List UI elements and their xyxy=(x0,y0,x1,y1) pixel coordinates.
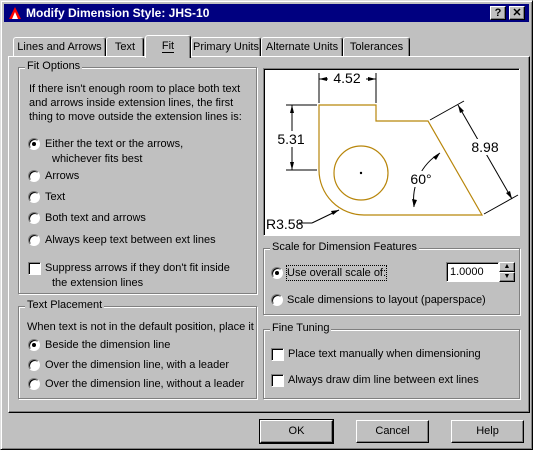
text-placement-description: When text is not in the default position… xyxy=(27,321,254,333)
ok-button[interactable]: OK xyxy=(259,419,334,444)
use-overall-scale-label[interactable]: Use overall scale of: xyxy=(285,265,388,281)
tab-primary-units[interactable]: Primary Units xyxy=(191,37,261,57)
help-icon[interactable]: ? xyxy=(490,6,506,20)
tab-fit[interactable]: Fit xyxy=(145,35,191,58)
arrowhead xyxy=(290,105,294,113)
dimension-style-dialog: Modify Dimension Style: JHS-10 ? ✕ Lines… xyxy=(0,0,533,450)
arrowhead xyxy=(433,153,440,160)
arrowhead xyxy=(412,199,417,207)
tab-lines-and-arrows[interactable]: Lines and Arrows xyxy=(13,37,106,57)
radio-over-with-leader[interactable] xyxy=(28,359,40,371)
arrowhead xyxy=(290,162,294,170)
fit-description-line-3: thing to move outside the extension line… xyxy=(29,111,242,123)
fine-tuning-legend: Fine Tuning xyxy=(270,322,332,334)
tab-text[interactable]: Text xyxy=(106,37,144,57)
title-bar[interactable]: Modify Dimension Style: JHS-10 ? ✕ xyxy=(4,4,529,22)
close-icon[interactable]: ✕ xyxy=(509,6,525,20)
part-outline xyxy=(318,104,484,216)
checkbox-suppress-arrows[interactable] xyxy=(28,262,41,275)
ext-line-right-bottom xyxy=(483,194,519,215)
dim-text-radius: R3.58 xyxy=(266,216,304,232)
radio-arrows-label[interactable]: Arrows xyxy=(45,169,79,183)
ext-line-right-top xyxy=(429,100,465,121)
arrowhead xyxy=(331,210,339,215)
dim-text-top: 4.52 xyxy=(333,70,360,86)
window-title: Modify Dimension Style: JHS-10 xyxy=(26,6,210,20)
fit-description-line-1: If there isn't enough room to place both… xyxy=(29,83,241,95)
hole-center xyxy=(359,171,363,175)
checkbox-always-draw-dim-line[interactable] xyxy=(271,374,284,387)
dim-text-left: 5.31 xyxy=(277,131,304,147)
suppress-arrows-label-line-1[interactable]: Suppress arrows if they don't fit inside xyxy=(45,261,230,275)
radio-either-label-line-2[interactable]: whichever fits best xyxy=(52,152,142,166)
arrowhead xyxy=(368,77,376,81)
dimension-preview: 4.52 5.31 8.98 60° R3.58 xyxy=(263,68,520,236)
fit-options-legend: Fit Options xyxy=(25,60,83,72)
always-draw-dim-line-label[interactable]: Always draw dim line between ext lines xyxy=(288,373,479,387)
radio-over-without-leader[interactable] xyxy=(28,378,40,390)
radio-text[interactable] xyxy=(28,191,40,203)
suppress-arrows-label-line-2[interactable]: the extension lines xyxy=(52,276,143,290)
radio-either-label-line-1[interactable]: Either the text or the arrows, xyxy=(45,137,183,151)
help-button[interactable]: Help xyxy=(451,420,524,443)
radio-arrows[interactable] xyxy=(28,170,40,182)
fine-tuning-group: Fine Tuning xyxy=(263,322,520,399)
dim-text-angle: 60° xyxy=(410,171,431,187)
radio-text-label[interactable]: Text xyxy=(45,190,65,204)
cancel-button[interactable]: Cancel xyxy=(356,420,429,443)
overall-scale-input[interactable]: 1.0000 xyxy=(446,262,499,282)
radio-over-with-leader-label[interactable]: Over the dimension line, with a leader xyxy=(45,358,229,372)
scale-legend: Scale for Dimension Features xyxy=(270,241,419,253)
radio-both-text-and-arrows[interactable] xyxy=(28,212,40,224)
tab-fit-label: Fit xyxy=(161,40,175,53)
radio-scale-to-layout[interactable] xyxy=(271,294,283,306)
fit-description-line-2: and arrows inside extension lines, the f… xyxy=(29,97,234,109)
place-text-manually-label[interactable]: Place text manually when dimensioning xyxy=(288,347,481,361)
radio-always-keep-label[interactable]: Always keep text between ext lines xyxy=(45,233,216,247)
radio-either-text-or-arrows[interactable] xyxy=(28,138,40,150)
arrowhead xyxy=(506,191,512,199)
arrowhead xyxy=(319,77,327,81)
dim-text-right: 8.98 xyxy=(471,139,498,155)
autocad-app-icon xyxy=(9,7,21,19)
spin-up-icon[interactable]: ▲ xyxy=(499,262,515,272)
tab-tolerances[interactable]: Tolerances xyxy=(343,37,410,57)
radio-always-keep-text[interactable] xyxy=(28,234,40,246)
preview-drawing: 4.52 5.31 8.98 60° R3.58 xyxy=(266,70,519,232)
scale-to-layout-label[interactable]: Scale dimensions to layout (paperspace) xyxy=(287,293,486,307)
arrowhead xyxy=(458,105,464,113)
radio-over-without-leader-label[interactable]: Over the dimension line, without a leade… xyxy=(45,377,244,391)
text-placement-legend: Text Placement xyxy=(25,299,105,311)
checkbox-place-text-manually[interactable] xyxy=(271,348,284,361)
radio-beside-dimension-line[interactable] xyxy=(28,339,40,351)
radio-use-overall-scale[interactable] xyxy=(271,267,283,279)
radio-beside-label[interactable]: Beside the dimension line xyxy=(45,338,170,352)
spin-down-icon[interactable]: ▼ xyxy=(499,272,515,282)
radio-both-label[interactable]: Both text and arrows xyxy=(45,211,146,225)
tab-alternate-units[interactable]: Alternate Units xyxy=(261,37,343,57)
